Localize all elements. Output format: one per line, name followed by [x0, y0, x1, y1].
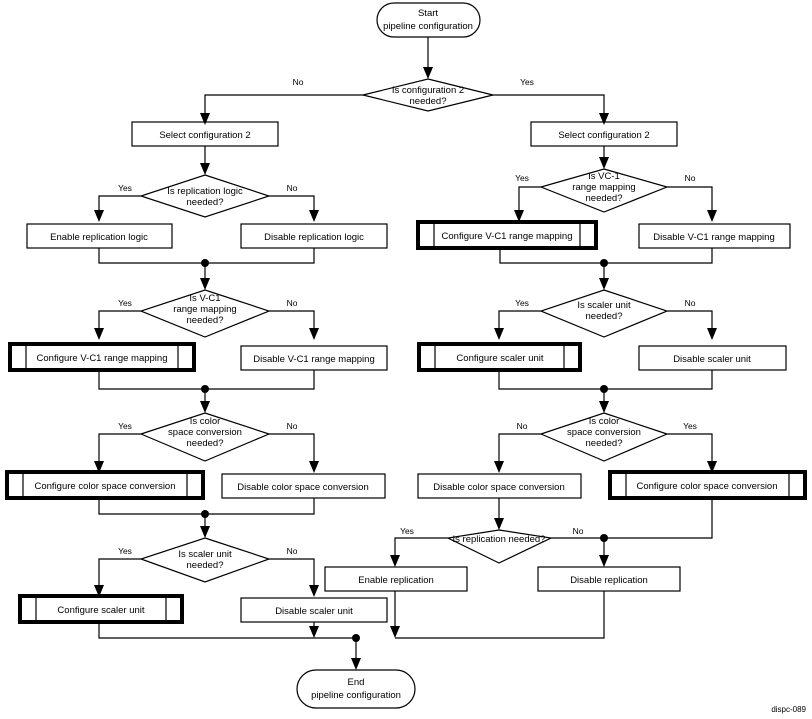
- process-label: Select configuration 2: [159, 130, 250, 141]
- predefined-process-right-configure-color-space-conversion[interactable]: Configure color space conversion: [608, 470, 807, 500]
- predefined-process-left-configure-vc1-range-mapping[interactable]: Configure V-C1 range mapping: [8, 342, 196, 372]
- process-label: Disable replication: [570, 575, 648, 586]
- edge-label-right-replication-no: No: [573, 526, 584, 536]
- process-label: Select configuration 2: [558, 130, 649, 141]
- decision-line2: needed?: [586, 311, 623, 322]
- process-label: Configure scaler unit: [456, 353, 543, 364]
- process-disable-replication[interactable]: Disable replication: [537, 566, 681, 592]
- decision-line1: Is V-C1: [189, 293, 220, 304]
- process-disable-replication-logic[interactable]: Disable replication logic: [240, 223, 388, 249]
- decision-line3: needed?: [586, 438, 623, 449]
- process-label: Enable replication logic: [50, 232, 148, 243]
- decision-line2: range mapping: [572, 182, 635, 193]
- decision-line1: Is scaler unit: [577, 300, 631, 311]
- decision-line1: Is color: [589, 416, 620, 427]
- start-line1: Start: [418, 8, 438, 19]
- edge-label-left-replication-logic-yes: Yes: [118, 183, 132, 193]
- process-left-disable-color-space-conversion[interactable]: Disable color space conversion: [221, 473, 386, 499]
- start-terminator: Start pipeline configuration: [376, 2, 481, 38]
- predefined-process-right-configure-scaler-unit[interactable]: Configure scaler unit: [417, 342, 582, 372]
- edge-label-right-scaler-yes: Yes: [515, 298, 529, 308]
- end-line1: End: [348, 677, 365, 688]
- process-right-disable-color-space-conversion[interactable]: Disable color space conversion: [417, 473, 582, 499]
- flowchart-svg: Start pipeline configuration Is configur…: [5, 2, 807, 714]
- decision-line3: needed?: [586, 193, 623, 204]
- decision-left-is-color-space-conversion-needed[interactable]: Is color space conversion needed?: [139, 412, 271, 462]
- decision-line1: Is VC-1: [588, 171, 620, 182]
- process-right-disable-vc1-range-mapping[interactable]: Disable V-C1 range mapping: [638, 223, 791, 249]
- process-left-disable-scaler-unit[interactable]: Disable scaler unit: [240, 597, 388, 623]
- edge-label-left-scaler-yes: Yes: [118, 546, 132, 556]
- edge-label-right-csc-yes: Yes: [683, 421, 697, 431]
- edge-label-config2-no: No: [293, 77, 304, 87]
- decision-line3: needed?: [187, 315, 224, 326]
- process-left-select-configuration-2[interactable]: Select configuration 2: [131, 121, 279, 147]
- decision-line1: Is replication logic: [167, 186, 243, 197]
- process-left-disable-vc1-range-mapping[interactable]: Disable V-C1 range mapping: [240, 345, 388, 371]
- decision-line1: Is replication needed?: [453, 534, 546, 545]
- process-label: Disable scaler unit: [673, 354, 751, 365]
- decision-line2: space conversion: [168, 427, 242, 438]
- decision-right-is-vc1-range-mapping-needed[interactable]: Is VC-1 range mapping needed?: [539, 168, 669, 213]
- edge-label-left-csc-yes: Yes: [118, 421, 132, 431]
- decision-line1: Is color: [190, 416, 221, 427]
- end-terminator: End pipeline configuration: [296, 669, 416, 709]
- process-label: Configure color space conversion: [35, 481, 176, 492]
- process-label: Disable V-C1 range mapping: [253, 354, 374, 365]
- decision-right-is-replication-needed[interactable]: Is replication needed?: [446, 529, 554, 564]
- process-label: Disable color space conversion: [433, 482, 564, 493]
- decision-left-is-replication-logic-needed[interactable]: Is replication logic needed?: [139, 174, 271, 218]
- process-label: Disable V-C1 range mapping: [653, 232, 774, 243]
- decision-is-configuration-2-needed[interactable]: Is configuration 2 needed?: [362, 78, 494, 112]
- process-enable-replication[interactable]: Enable replication: [324, 566, 468, 592]
- edge-label-right-vc1-yes: Yes: [515, 173, 529, 183]
- decision-left-is-scaler-unit-needed[interactable]: Is scaler unit needed?: [139, 537, 271, 583]
- edge-label-right-vc1-no: No: [685, 173, 696, 183]
- decision-line2: range mapping: [173, 304, 236, 315]
- edge-label-right-csc-no: No: [517, 421, 528, 431]
- edge-label-left-vc1-yes: Yes: [118, 298, 132, 308]
- process-right-disable-scaler-unit[interactable]: Disable scaler unit: [638, 345, 787, 371]
- process-label: Disable color space conversion: [237, 482, 368, 493]
- decision-left-is-vc1-range-mapping-needed[interactable]: Is V-C1 range mapping needed?: [139, 289, 271, 338]
- process-label: Disable scaler unit: [275, 606, 353, 617]
- decision-line3: needed?: [187, 438, 224, 449]
- decision-line2: needed?: [187, 560, 224, 571]
- edge-label-right-replication-yes: Yes: [400, 526, 414, 536]
- edge-label-right-scaler-no: No: [685, 298, 696, 308]
- decision-right-is-color-space-conversion-needed[interactable]: Is color space conversion needed?: [539, 412, 669, 462]
- start-line2: pipeline configuration: [383, 21, 473, 32]
- process-label: Configure V-C1 range mapping: [442, 231, 573, 242]
- edge-label-left-replication-logic-no: No: [287, 183, 298, 193]
- process-label: Disable replication logic: [264, 232, 364, 243]
- decision-line1: Is scaler unit: [178, 549, 232, 560]
- predefined-process-left-configure-scaler-unit[interactable]: Configure scaler unit: [18, 594, 184, 624]
- decision-right-is-scaler-unit-needed[interactable]: Is scaler unit needed?: [539, 289, 669, 338]
- process-enable-replication-logic[interactable]: Enable replication logic: [26, 223, 173, 249]
- decision-line2: space conversion: [567, 427, 641, 438]
- process-label: Configure color space conversion: [637, 481, 778, 492]
- decision-line2: needed?: [187, 197, 224, 208]
- decision-line1: Is configuration 2: [392, 85, 464, 96]
- edge-label-left-scaler-no: No: [287, 546, 298, 556]
- flowchart-canvas: Start pipeline configuration Is configur…: [0, 0, 812, 719]
- predefined-process-left-configure-color-space-conversion[interactable]: Configure color space conversion: [5, 470, 205, 500]
- decision-line2: needed?: [410, 96, 447, 107]
- edge-label-config2-yes: Yes: [520, 77, 534, 87]
- process-label: Configure V-C1 range mapping: [37, 353, 168, 364]
- edge-label-left-vc1-no: No: [287, 298, 298, 308]
- process-label: Enable replication: [358, 575, 434, 586]
- end-line2: pipeline configuration: [311, 690, 401, 701]
- predefined-process-right-configure-vc1-range-mapping[interactable]: Configure V-C1 range mapping: [416, 220, 598, 250]
- figure-footer-label: dispc-089: [771, 705, 806, 714]
- process-label: Configure scaler unit: [57, 605, 144, 616]
- edge-label-left-csc-no: No: [287, 421, 298, 431]
- process-right-select-configuration-2[interactable]: Select configuration 2: [530, 121, 678, 147]
